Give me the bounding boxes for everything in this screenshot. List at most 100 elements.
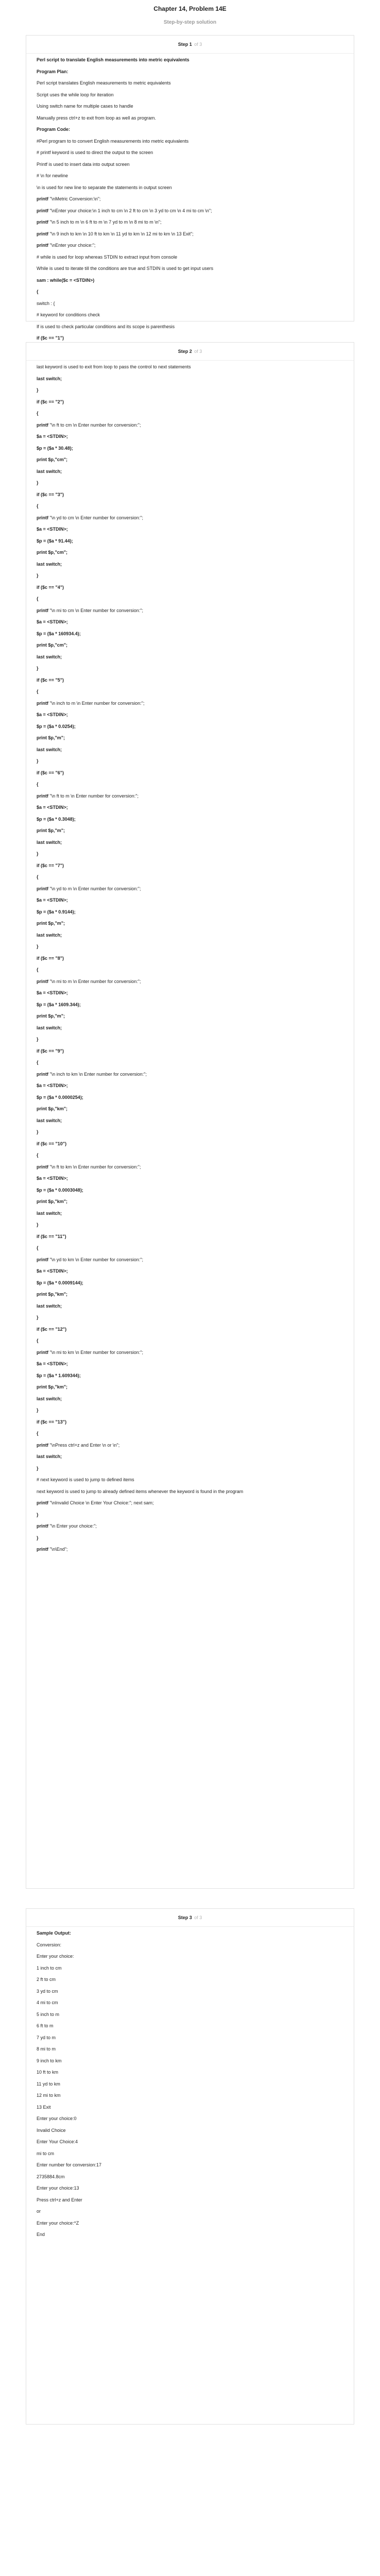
content-line: {: [37, 782, 39, 787]
content-line: printf "\n inch to m \n Enter number for…: [37, 700, 343, 706]
step-header: Step 2 of 3: [26, 343, 354, 361]
step-card-3: Step 3 of 3 Sample Output: Conversion: Ent…: [26, 1908, 354, 2425]
content-line: Script uses the while loop for iteration: [37, 92, 114, 97]
code-keyword: printf: [37, 208, 48, 213]
content-line: last switch;: [37, 1396, 62, 1401]
content-line: #Perl program to to convert English meas…: [37, 138, 189, 144]
content-line: print $p,"cm";: [37, 457, 68, 462]
content-line: {: [37, 689, 39, 694]
content-line: printf "\n mi to cm \n Enter number for …: [37, 607, 343, 614]
content-line: if ($c == "4"): [37, 584, 64, 590]
content-line: Invalid Choice: [37, 2127, 66, 2133]
content-line: $a = <STDIN>;: [37, 434, 68, 439]
content-line: $p = ($a * 0.0254);: [37, 723, 76, 729]
content-line: if ($c == "6"): [37, 770, 64, 775]
content-line: if ($c == "10"): [37, 1141, 67, 1146]
content-line: if ($c == "8"): [37, 955, 64, 961]
content-line: }: [37, 758, 39, 764]
page-subtitle: Step-by-step solution: [163, 20, 217, 25]
code-keyword: printf: [37, 978, 48, 984]
content-line: printf "\n inch to km \n Enter number fo…: [37, 1071, 343, 1077]
step-label: Step 2: [178, 349, 192, 354]
code-text: "\n mi to m \n Enter number for conversi…: [48, 978, 141, 984]
content-line: Enter your choice:0: [37, 2116, 77, 2121]
content-line: printf "\n 5 inch to m \n 6 ft to m \n 7…: [37, 219, 343, 225]
content-line: }: [37, 1408, 39, 1413]
content-line: 7 yd to m: [37, 2035, 56, 2040]
code-text: "\n ft to m \n Enter number for conversi…: [48, 793, 139, 799]
code-text: "\n inch to m \n Enter number for conver…: [48, 700, 145, 706]
code-text: "\n mi to cm \n Enter number for convers…: [48, 607, 143, 613]
content-line: last switch;: [37, 376, 62, 381]
content-line: printf "\nEnter your choice:";: [37, 242, 343, 248]
content-line: While is used to iterate till the condit…: [37, 266, 214, 271]
content-line: }: [37, 573, 39, 578]
content-line: if ($c == "2"): [37, 399, 64, 404]
content-line: last switch;: [37, 468, 62, 474]
content-line: printf "\n 9 inch to km \n 10 ft to km \…: [37, 231, 343, 237]
content-line: printf "\n ft to km \n Enter number for …: [37, 1164, 343, 1170]
code-keyword: printf: [37, 1349, 48, 1355]
content-line: $p = ($a * 0.0009144);: [37, 1280, 83, 1285]
content-line: 3 yd to cm: [37, 1988, 58, 1994]
content-line: End: [37, 2232, 45, 2237]
content-line: printf "\nMetric Conversion:\n";: [37, 196, 343, 202]
content-line: $a = <STDIN>;: [37, 712, 68, 717]
content-line: {: [37, 1431, 39, 1436]
code-text: "\n\End";: [48, 1547, 68, 1552]
code-keyword: printf: [37, 793, 48, 799]
content-line: Enter Your Choice:4: [37, 2139, 78, 2144]
content-line: Enter your choice:13: [37, 2185, 79, 2191]
content-line: print $p,"m";: [37, 735, 65, 740]
content-line: last switch;: [37, 1210, 62, 1216]
content-line: Perl script to translate English measure…: [37, 57, 189, 62]
content-line: switch : {: [37, 300, 55, 306]
content-line: printf "\n Enter your choice:";: [37, 1523, 343, 1529]
content-line: $p = ($a * 160934.4);: [37, 631, 81, 636]
content-line: Press ctrl+z and Enter: [37, 2197, 82, 2202]
content-line: print $p,"m";: [37, 828, 65, 833]
content-line: printf "\n yd to m \n Enter number for c…: [37, 886, 343, 892]
content-line: if ($c == "12"): [37, 1326, 67, 1332]
content-line: }: [37, 387, 39, 393]
content-line: printf "\n mi to km \n Enter number for …: [37, 1349, 343, 1355]
content-line: $a = <STDIN>;: [37, 1361, 68, 1366]
content-line: Enter your choice:: [37, 1954, 74, 1959]
content-line: Perl script translates English measureme…: [37, 80, 171, 86]
content-line: Sample Output:: [37, 1930, 71, 1936]
content-line: # while is used for loop whereas STDIN t…: [37, 254, 178, 260]
content-line: Enter number for conversion:17: [37, 2162, 102, 2167]
content-line: printf "\nInvalid Choice \n Enter Your C…: [37, 1500, 343, 1506]
content-line: Manually press ctrl+z to exit from loop …: [37, 115, 156, 121]
code-text: "\nMetric Conversion:\n";: [48, 196, 101, 201]
step-count: of 3: [194, 1915, 202, 1920]
content-line: {: [37, 874, 39, 879]
content-line: $a = <STDIN>;: [37, 805, 68, 810]
code-text: "\nPress ctrl+z and Enter \n or \n";: [48, 1442, 120, 1448]
content-line: last keyword is used to exit from loop t…: [37, 364, 191, 369]
content-line: {: [37, 596, 39, 601]
code-keyword: printf: [37, 700, 48, 706]
content-line: $p = ($a * 0.9144);: [37, 909, 76, 914]
content-line: mi to cm: [37, 2150, 55, 2156]
content-line: printf "\nPress ctrl+z and Enter \n or \…: [37, 1442, 343, 1448]
step-content: Sample Output: Conversion: Enter your choi…: [26, 1927, 354, 2247]
content-line: print $p,"km";: [37, 1106, 68, 1111]
code-keyword: printf: [37, 1071, 48, 1077]
content-line: # printf keyword is used to direct the o…: [37, 150, 153, 155]
content-line: if ($c == "9"): [37, 1048, 64, 1054]
content-line: 4 mi to cm: [37, 2000, 58, 2005]
content-line: print $p,"km";: [37, 1384, 68, 1389]
code-text: "\n yd to cm \n Enter number for convers…: [48, 515, 143, 520]
content-line: 11 yd to km: [37, 2081, 60, 2087]
content-line: {: [37, 289, 39, 294]
code-text: "\n Enter your choice:";: [48, 1523, 97, 1529]
content-line: $a = <STDIN>;: [37, 1083, 68, 1088]
content-line: {: [37, 411, 39, 416]
step-content: last keyword is used to exit from loop t…: [26, 361, 354, 1562]
content-line: last switch;: [37, 747, 62, 752]
step-count: of 3: [194, 349, 202, 354]
content-line: $a = <STDIN>;: [37, 1268, 68, 1274]
content-line: Program Plan:: [37, 69, 68, 74]
content-line: # keyword for conditions check: [37, 312, 100, 317]
